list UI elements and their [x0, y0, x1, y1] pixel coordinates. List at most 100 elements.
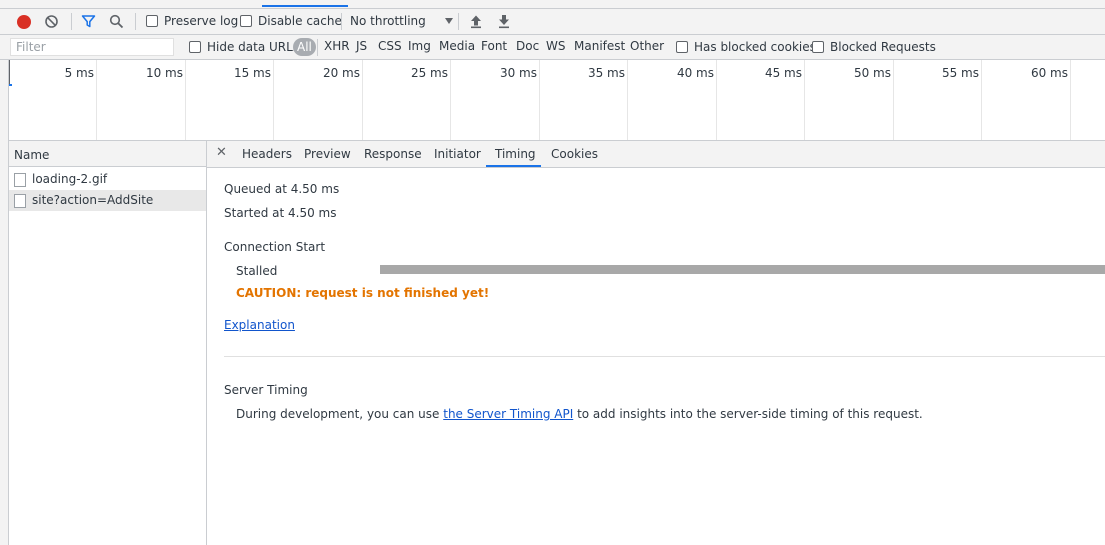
timeline-gridline — [362, 60, 363, 140]
timeline-tick: 60 ms — [1030, 66, 1068, 80]
checkbox-box[interactable] — [676, 41, 688, 53]
server-timing-text-pre: During development, you can use — [236, 407, 444, 421]
timeline-gridline — [539, 60, 540, 140]
timeline-gridline — [96, 60, 97, 140]
type-filter-doc[interactable]: Doc — [516, 39, 539, 53]
active-tab-indicator — [486, 165, 541, 167]
type-filter-media[interactable]: Media — [439, 39, 475, 53]
preserve-log-checkbox[interactable]: Preserve log — [146, 14, 238, 28]
import-har-button[interactable] — [469, 14, 483, 29]
timeline-gridline — [185, 60, 186, 140]
toolbar-divider — [135, 13, 136, 30]
connection-start-heading: Connection Start — [224, 240, 326, 254]
filter-bar: Filter Hide data URLs All XHR JS CSS Img… — [0, 35, 1105, 60]
hide-data-urls-label: Hide data URLs — [207, 40, 300, 54]
has-blocked-cookies-checkbox[interactable]: Has blocked cookies — [676, 40, 816, 54]
filter-input[interactable]: Filter — [10, 38, 174, 56]
explanation-link[interactable]: Explanation — [224, 318, 295, 332]
tab-initiator[interactable]: Initiator — [434, 147, 481, 161]
image-file-icon — [14, 173, 26, 187]
timeline-tick: 55 ms — [941, 66, 979, 80]
timeline-tick: 15 ms — [233, 66, 271, 80]
tab-headers[interactable]: Headers — [242, 147, 292, 161]
timeline-gridline — [450, 60, 451, 140]
clear-button[interactable] — [44, 14, 59, 29]
toolbar-divider — [458, 13, 459, 30]
record-button[interactable] — [16, 14, 32, 30]
timeline-gridline — [1070, 60, 1071, 140]
blocked-requests-checkbox[interactable]: Blocked Requests — [812, 40, 936, 54]
request-row-selected[interactable]: site?action=AddSite — [9, 190, 206, 211]
hide-data-urls-checkbox[interactable]: Hide data URLs — [189, 40, 299, 54]
type-filter-js[interactable]: JS — [356, 39, 367, 53]
search-icon — [109, 14, 124, 29]
timeline-tick: 50 ms — [853, 66, 891, 80]
tab-preview[interactable]: Preview — [304, 147, 351, 161]
type-filter-ws[interactable]: WS — [546, 39, 565, 53]
checkbox-box[interactable] — [146, 15, 158, 27]
type-filter-font[interactable]: Font — [481, 39, 507, 53]
import-har-icon — [471, 15, 481, 29]
filter-toggle-button[interactable] — [81, 14, 96, 29]
stalled-bar — [380, 265, 1105, 274]
type-filter-xhr[interactable]: XHR — [324, 39, 350, 53]
clear-icon — [45, 15, 58, 28]
type-filter-all[interactable]: All — [293, 38, 316, 56]
timeline-tick: 5 ms — [64, 66, 94, 80]
document-file-icon — [14, 194, 26, 208]
timeline-left-handle[interactable] — [9, 60, 10, 85]
type-filter-manifest[interactable]: Manifest — [574, 39, 625, 53]
timeline-gridline — [981, 60, 982, 140]
timeline-gridline — [627, 60, 628, 140]
server-timing-api-link[interactable]: the Server Timing API — [443, 407, 573, 421]
blocked-requests-label: Blocked Requests — [830, 40, 936, 54]
toolbar-divider — [341, 13, 342, 30]
timeline-gridline — [893, 60, 894, 140]
request-name: site?action=AddSite — [32, 193, 154, 207]
caution-message: CAUTION: request is not finished yet! — [236, 286, 490, 300]
type-filter-img[interactable]: Img — [408, 39, 431, 53]
timeline-request-marker — [9, 84, 12, 86]
disable-cache-checkbox[interactable]: Disable cache — [240, 14, 342, 28]
left-gutter — [0, 60, 9, 545]
request-list: Name loading-2.gif site?action=AddSite — [9, 141, 207, 545]
throttling-select[interactable]: No throttling — [350, 14, 454, 28]
section-divider — [224, 356, 1105, 357]
timeline-tick: 40 ms — [676, 66, 714, 80]
queued-at-text: Queued at 4.50 ms — [224, 182, 340, 196]
request-detail-tabs: ✕ Headers Preview Response Initiator Tim… — [207, 141, 1105, 168]
timeline-tick: 10 ms — [145, 66, 183, 80]
checkbox-box[interactable] — [812, 41, 824, 53]
request-name: loading-2.gif — [32, 172, 108, 186]
tab-response[interactable]: Response — [364, 147, 422, 161]
export-har-icon — [499, 15, 509, 29]
tab-cookies[interactable]: Cookies — [551, 147, 598, 161]
export-har-button[interactable] — [497, 14, 511, 29]
type-filter-css[interactable]: CSS — [378, 39, 402, 53]
timeline-overview[interactable]: 5 ms 10 ms 15 ms 20 ms 25 ms 30 ms 35 ms… — [9, 60, 1105, 141]
filter-icon — [81, 15, 96, 28]
type-filter-other[interactable]: Other — [630, 39, 664, 53]
stalled-label: Stalled — [236, 264, 278, 278]
tab-timing[interactable]: Timing — [495, 147, 536, 161]
started-at-text: Started at 4.50 ms — [224, 206, 337, 220]
name-column-header[interactable]: Name — [9, 141, 206, 167]
checkbox-box[interactable] — [240, 15, 252, 27]
devtools-tabbar-edge — [0, 0, 1105, 9]
disable-cache-label: Disable cache — [258, 14, 342, 28]
active-panel-indicator — [262, 5, 348, 7]
close-icon[interactable]: ✕ — [216, 145, 227, 160]
timeline-gridline — [804, 60, 805, 140]
search-button[interactable] — [109, 14, 124, 29]
timeline-gridline — [273, 60, 274, 140]
chevron-down-icon — [444, 18, 453, 24]
filter-divider — [317, 39, 318, 56]
timeline-tick: 25 ms — [410, 66, 448, 80]
server-timing-description: During development, you can use the Serv… — [236, 407, 923, 421]
server-timing-heading: Server Timing — [224, 383, 308, 397]
name-column-label: Name — [14, 148, 50, 162]
checkbox-box[interactable] — [189, 41, 201, 53]
toolbar-divider — [71, 13, 72, 30]
request-row[interactable]: loading-2.gif — [9, 169, 206, 190]
record-icon — [17, 15, 31, 29]
